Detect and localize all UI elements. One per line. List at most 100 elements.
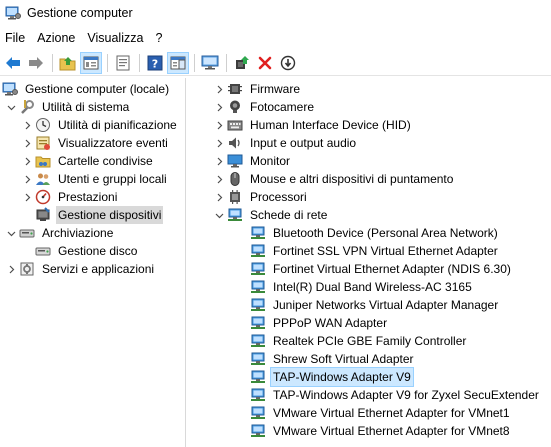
- update-driver-icon[interactable]: [231, 52, 253, 74]
- device-category-firmware[interactable]: Firmware: [214, 80, 302, 98]
- device-category-label: Input e output audio: [250, 136, 357, 150]
- tree-item-storage[interactable]: Archiviazione: [6, 224, 115, 242]
- chevron-right-icon[interactable]: [214, 98, 224, 116]
- network-adapter-label: Juniper Networks Virtual Adapter Manager: [273, 298, 499, 312]
- up-folder-icon[interactable]: [57, 52, 79, 74]
- toolbar-separator: [107, 53, 108, 72]
- network-adapter-icon: [250, 297, 266, 313]
- tree-item-root[interactable]: Gestione computer (locale): [2, 80, 171, 98]
- menu-bar: File Azione Visualizza ?: [0, 28, 551, 48]
- tools-icon: [19, 99, 35, 115]
- chevron-right-icon[interactable]: [22, 188, 32, 206]
- device-category-network[interactable]: Schede di rete: [214, 206, 329, 224]
- network-adapter-item[interactable]: Fortinet SSL VPN Virtual Ethernet Adapte…: [250, 242, 500, 260]
- network-adapter-item[interactable]: Realtek PCIe GBE Family Controller: [250, 332, 468, 350]
- chevron-right-icon[interactable]: [22, 170, 32, 188]
- device-category-processors[interactable]: Processori: [214, 188, 309, 206]
- network-adapter-icon: [250, 225, 266, 241]
- network-adapter-icon: [250, 261, 266, 277]
- monitor-icon: [227, 153, 243, 169]
- processor-icon: [227, 189, 243, 205]
- device-category-monitor[interactable]: Monitor: [214, 152, 292, 170]
- device-category-label: Firmware: [250, 82, 300, 96]
- tree-item-services-apps[interactable]: Servizi e applicazioni: [6, 260, 156, 278]
- network-adapter-item[interactable]: Fortinet Virtual Ethernet Adapter (NDIS …: [250, 260, 513, 278]
- chevron-right-icon[interactable]: [22, 134, 32, 152]
- disk-icon: [35, 243, 51, 259]
- network-adapter-icon: [250, 423, 266, 439]
- title-bar: Gestione computer: [0, 0, 551, 26]
- network-adapter-item[interactable]: Juniper Networks Virtual Adapter Manager: [250, 296, 500, 314]
- chevron-right-icon[interactable]: [214, 134, 224, 152]
- tree-item-device-manager[interactable]: Gestione dispositivi: [35, 206, 164, 224]
- tree-item-label: Servizi e applicazioni: [42, 262, 155, 276]
- network-adapter-icon: [250, 333, 266, 349]
- tree-item-task-scheduler[interactable]: Utilità di pianificazione: [22, 116, 179, 134]
- network-adapter-icon: [250, 387, 266, 403]
- device-category-audio[interactable]: Input e output audio: [214, 134, 358, 152]
- network-adapter-label: VMware Virtual Ethernet Adapter for VMne…: [273, 406, 510, 420]
- tree-item-disk-management[interactable]: Gestione disco: [35, 242, 139, 260]
- device-category-label: Processori: [250, 190, 307, 204]
- network-adapter-item[interactable]: TAP-Windows Adapter V9 for Zyxel SecuExt…: [250, 386, 541, 404]
- device-manager-icon: [35, 207, 51, 223]
- chevron-right-icon[interactable]: [214, 116, 224, 134]
- monitor-scan-icon[interactable]: [199, 52, 221, 74]
- tree-item-shared-folders[interactable]: Cartelle condivise: [22, 152, 155, 170]
- chevron-right-icon[interactable]: [214, 170, 224, 188]
- chevron-right-icon[interactable]: [22, 152, 32, 170]
- forward-arrow-icon[interactable]: [25, 52, 47, 74]
- tree-item-performance[interactable]: Prestazioni: [22, 188, 119, 206]
- camera-icon: [227, 99, 243, 115]
- properties-icon[interactable]: [112, 52, 134, 74]
- chevron-right-icon[interactable]: [214, 80, 224, 98]
- network-adapter-icon: [250, 279, 266, 295]
- help-icon[interactable]: ?: [144, 52, 166, 74]
- device-category-label: Schede di rete: [250, 208, 328, 222]
- performance-icon: [35, 189, 51, 205]
- disable-icon[interactable]: [277, 52, 299, 74]
- chevron-right-icon[interactable]: [214, 152, 224, 170]
- tree-item-event-viewer[interactable]: Visualizzatore eventi: [22, 134, 170, 152]
- svg-text:?: ?: [152, 57, 158, 70]
- device-category-label: Monitor: [250, 154, 291, 168]
- network-adapter-label: VMware Virtual Ethernet Adapter for VMne…: [273, 424, 510, 438]
- tree-item-label: Utilità di sistema: [42, 100, 130, 114]
- chevron-right-icon[interactable]: [214, 188, 224, 206]
- help-pane-icon[interactable]: [167, 51, 189, 74]
- services-icon: [19, 261, 35, 277]
- network-adapter-item[interactable]: Bluetooth Device (Personal Area Network): [250, 224, 500, 242]
- uninstall-icon[interactable]: [254, 52, 276, 74]
- users-icon: [35, 171, 51, 187]
- back-arrow-icon[interactable]: [2, 52, 24, 74]
- computer-management-icon: [2, 81, 18, 97]
- show-hide-tree-icon[interactable]: [80, 51, 102, 74]
- tree-item-system-tools[interactable]: Utilità di sistema: [6, 98, 131, 116]
- chevron-right-icon[interactable]: [22, 116, 32, 134]
- tree-item-local-users[interactable]: Utenti e gruppi locali: [22, 170, 169, 188]
- network-adapter-item[interactable]: VMware Virtual Ethernet Adapter for VMne…: [250, 422, 512, 440]
- device-category-hid[interactable]: Human Interface Device (HID): [214, 116, 413, 134]
- network-adapter-icon: [250, 315, 266, 331]
- tree-item-label: Utilità di pianificazione: [58, 118, 177, 132]
- chevron-right-icon[interactable]: [6, 260, 16, 278]
- device-category-cameras[interactable]: Fotocamere: [214, 98, 316, 116]
- menu-file[interactable]: File: [0, 28, 31, 48]
- network-adapter-icon: [250, 351, 266, 367]
- device-category-label: Mouse e altri dispositivi di puntamento: [250, 172, 454, 186]
- network-adapter-item[interactable]: Intel(R) Dual Band Wireless-AC 3165: [250, 278, 474, 296]
- chevron-down-icon[interactable]: [6, 98, 16, 116]
- chevron-down-icon[interactable]: [6, 224, 16, 242]
- menu-azione[interactable]: Azione: [31, 28, 81, 48]
- menu-help[interactable]: ?: [149, 28, 168, 48]
- chevron-down-icon[interactable]: [214, 206, 224, 224]
- network-adapter-item-highlighted[interactable]: TAP-Windows Adapter V9: [250, 367, 414, 387]
- network-adapter-icon: [250, 405, 266, 421]
- device-category-mouse[interactable]: Mouse e altri dispositivi di puntamento: [214, 170, 455, 188]
- network-adapter-icon: [250, 369, 266, 385]
- menu-visualizza[interactable]: Visualizza: [81, 28, 149, 48]
- network-adapter-item[interactable]: PPPoP WAN Adapter: [250, 314, 389, 332]
- tree-item-label: Gestione disco: [58, 244, 138, 258]
- network-adapter-item[interactable]: Shrew Soft Virtual Adapter: [250, 350, 416, 368]
- network-adapter-item[interactable]: VMware Virtual Ethernet Adapter for VMne…: [250, 404, 512, 422]
